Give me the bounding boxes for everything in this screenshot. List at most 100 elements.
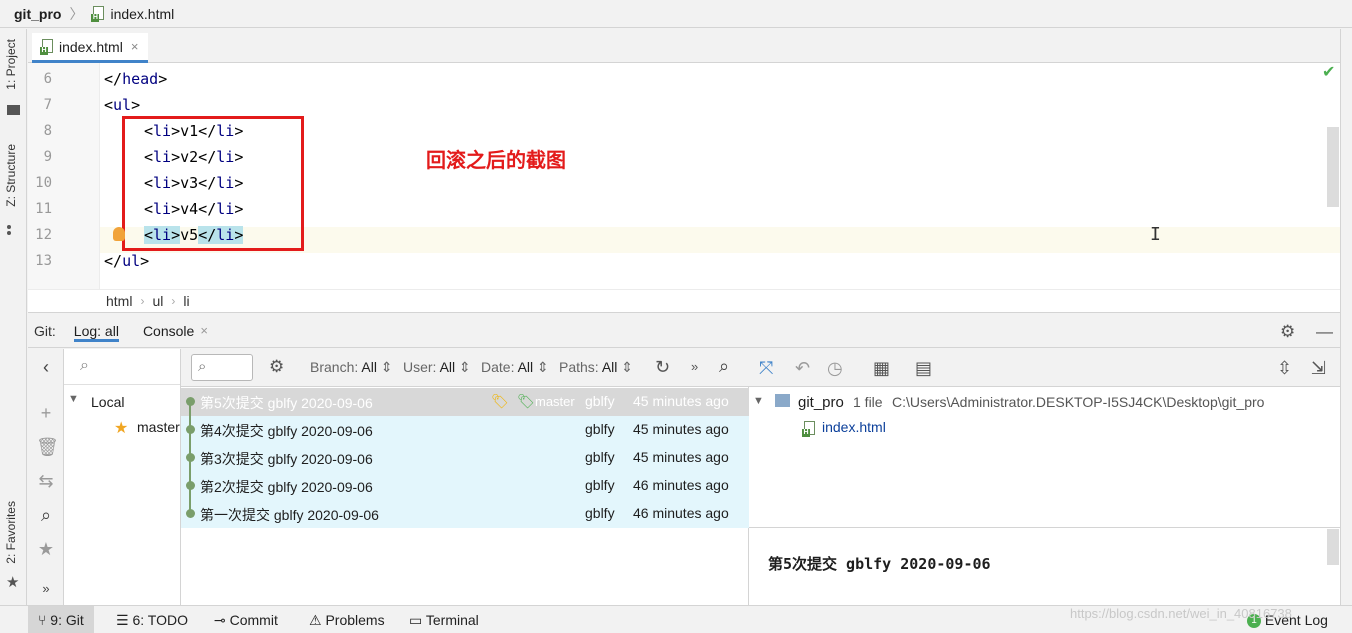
commit-row[interactable]: 第一次提交 gblfy 2020-09-06 gblfy 46 minutes ag… (181, 500, 749, 528)
close-icon[interactable]: × (200, 323, 208, 338)
favorites-tool-button[interactable]: 2: Favorites (4, 501, 18, 564)
terminal-icon: ▭ (409, 612, 426, 628)
star-icon: ★ (114, 420, 129, 437)
commit-author: gblfy (585, 393, 615, 409)
branch-master[interactable]: master (137, 419, 180, 435)
branch-toolbar: ‹ + 🗑 ⇆ ⌕ ★ » (28, 349, 64, 605)
project-tool-button[interactable]: 1: Project (4, 39, 18, 90)
code-line[interactable]: </head> (104, 70, 167, 88)
check-icon: ✔ (1322, 64, 1336, 81)
line-number: 12 (35, 227, 52, 243)
html-file-icon: H (802, 421, 816, 438)
search-icon: ⌕ (198, 358, 207, 375)
commit-date: 46 minutes ago (633, 477, 729, 493)
html-file-icon: H (91, 5, 105, 22)
chevron-right-icon: › (171, 294, 176, 308)
commit-author: gblfy (585, 421, 615, 437)
log-search-input[interactable]: ⌕ (191, 354, 253, 381)
git-title: Git: (34, 322, 56, 339)
expand-icon[interactable]: ▼ (68, 393, 79, 405)
commit-row[interactable]: 第2次提交 gblfy 2020-09-06 gblfy 46 minutes ag… (181, 472, 749, 500)
structure-icon (7, 225, 19, 235)
git-tool-header: Git: Log: all Console × (28, 314, 1340, 348)
more-icon[interactable]: » (36, 581, 56, 596)
more-icon[interactable]: » (691, 359, 698, 374)
folder-icon (775, 394, 790, 407)
expand-all-icon[interactable]: ⇳ (1277, 358, 1292, 379)
close-icon[interactable]: × (131, 39, 139, 54)
line-gutter: 6 7 8 9 10 11 12 13 (28, 63, 100, 289)
add-icon[interactable]: + (36, 403, 56, 424)
chevron-right-icon: 〉 (69, 5, 84, 22)
line-number: 9 (43, 149, 52, 165)
branch-group-local[interactable]: Local (91, 394, 124, 410)
branch-label-icon: 🏷 (517, 393, 535, 409)
tab-log-all[interactable]: Log: all (73, 320, 119, 342)
file-crumb[interactable]: index.html (110, 6, 174, 22)
folder-icon (7, 105, 20, 115)
history-icon[interactable]: ◷ (827, 358, 843, 379)
details-scrollbar[interactable] (1327, 529, 1339, 565)
line-number: 10 (35, 175, 52, 191)
branches-panel: ⌕ ▼ Local ★ master (64, 349, 181, 605)
group-icon[interactable]: ▦ (873, 358, 890, 379)
git-tool-button[interactable]: ⑂ 9: Git (28, 606, 94, 633)
merge-icon[interactable]: ⇆ (36, 471, 56, 492)
code-line[interactable]: <ul> (104, 96, 140, 114)
search-icon: ⌕ (80, 357, 89, 374)
tab-index-html[interactable]: H index.html × (32, 33, 149, 63)
html-file-icon: H (40, 38, 54, 55)
refresh-icon[interactable]: ↻ (655, 357, 670, 378)
changed-root-path: C:\Users\Administrator.DESKTOP-I5SJ4CK\D… (892, 394, 1265, 410)
user-filter[interactable]: User: All ⇕ (403, 359, 471, 376)
lightbulb-icon[interactable] (113, 227, 125, 241)
divider (749, 527, 1340, 528)
search-icon[interactable]: ⌕ (36, 505, 56, 526)
chevron-left-icon[interactable]: ‹ (36, 357, 56, 378)
branch-search-field[interactable]: ⌕ (64, 349, 180, 385)
structure-tool-button[interactable]: Z: Structure (4, 144, 18, 207)
terminal-tool-button[interactable]: ▭ Terminal (409, 612, 479, 629)
annotation-text: 回滚之后的截图 (426, 148, 566, 172)
collapse-all-icon[interactable]: ⇲ (1311, 358, 1326, 379)
expand-icon[interactable]: ▼ (753, 395, 764, 407)
editor-scrollbar[interactable] (1327, 127, 1339, 207)
revert-icon[interactable]: ↶ (795, 358, 810, 379)
commit-date: 46 minutes ago (633, 505, 729, 521)
minimize-icon[interactable]: — (1316, 322, 1333, 342)
paths-filter[interactable]: Paths: All ⇕ (559, 359, 633, 376)
commit-row[interactable]: 第4次提交 gblfy 2020-09-06 gblfy 45 minutes ag… (181, 416, 749, 444)
star-icon[interactable]: ★ (36, 539, 56, 560)
problems-tool-button[interactable]: ⚠ Problems (309, 612, 385, 629)
commit-message: 第2次提交 gblfy 2020-09-06 (200, 479, 373, 495)
commit-message: 第5次提交 gblfy 2020-09-06 (200, 395, 373, 411)
delete-icon[interactable]: 🗑 (36, 437, 59, 458)
branch-filter[interactable]: Branch: All ⇕ (310, 359, 393, 376)
commit-message: 第4次提交 gblfy 2020-09-06 (200, 423, 373, 439)
filter-value: All (601, 359, 618, 375)
todo-tool-button[interactable]: ☰ 6: TODO (116, 612, 188, 629)
gear-icon[interactable]: ⚙ (1280, 322, 1295, 342)
tab-console[interactable]: Console × (143, 323, 208, 339)
commit-tool-button[interactable]: ⊸ Commit (214, 612, 278, 629)
search-icon[interactable]: ⌕ (719, 356, 729, 377)
annotation-box (122, 116, 304, 251)
filter-label: User: (403, 359, 437, 375)
right-tool-strip (1340, 29, 1352, 605)
project-crumb[interactable]: git_pro (14, 6, 61, 22)
date-filter[interactable]: Date: All ⇕ (481, 359, 549, 376)
changed-file[interactable]: index.html (822, 419, 886, 435)
commit-row[interactable]: 第3次提交 gblfy 2020-09-06 gblfy 45 minutes ag… (181, 444, 749, 472)
gear-icon[interactable]: ⚙ (269, 357, 284, 377)
log-toolbar: ⌕ ⚙ Branch: All ⇕ User: All ⇕ Date: All … (181, 349, 749, 387)
chevron-right-icon: › (140, 294, 145, 308)
breadcrumb-li[interactable]: li (183, 293, 189, 309)
code-line[interactable]: </ul> (104, 252, 149, 270)
commit-row[interactable]: 第5次提交 gblfy 2020-09-06 🏷 🏷 master gblfy 45 mi… (181, 388, 749, 416)
breadcrumb-html[interactable]: html (106, 293, 132, 309)
changed-root[interactable]: git_pro (798, 394, 844, 411)
layout-icon[interactable]: ▤ (915, 358, 932, 379)
breadcrumb-ul[interactable]: ul (152, 293, 163, 309)
commit-details-panel: ⤧ ↶ ◷ ▦ ▤ ⇳ ⇲ ▼ git_pro 1 file C:\Users\… (749, 349, 1340, 605)
diff-icon[interactable]: ⤧ (759, 358, 773, 379)
